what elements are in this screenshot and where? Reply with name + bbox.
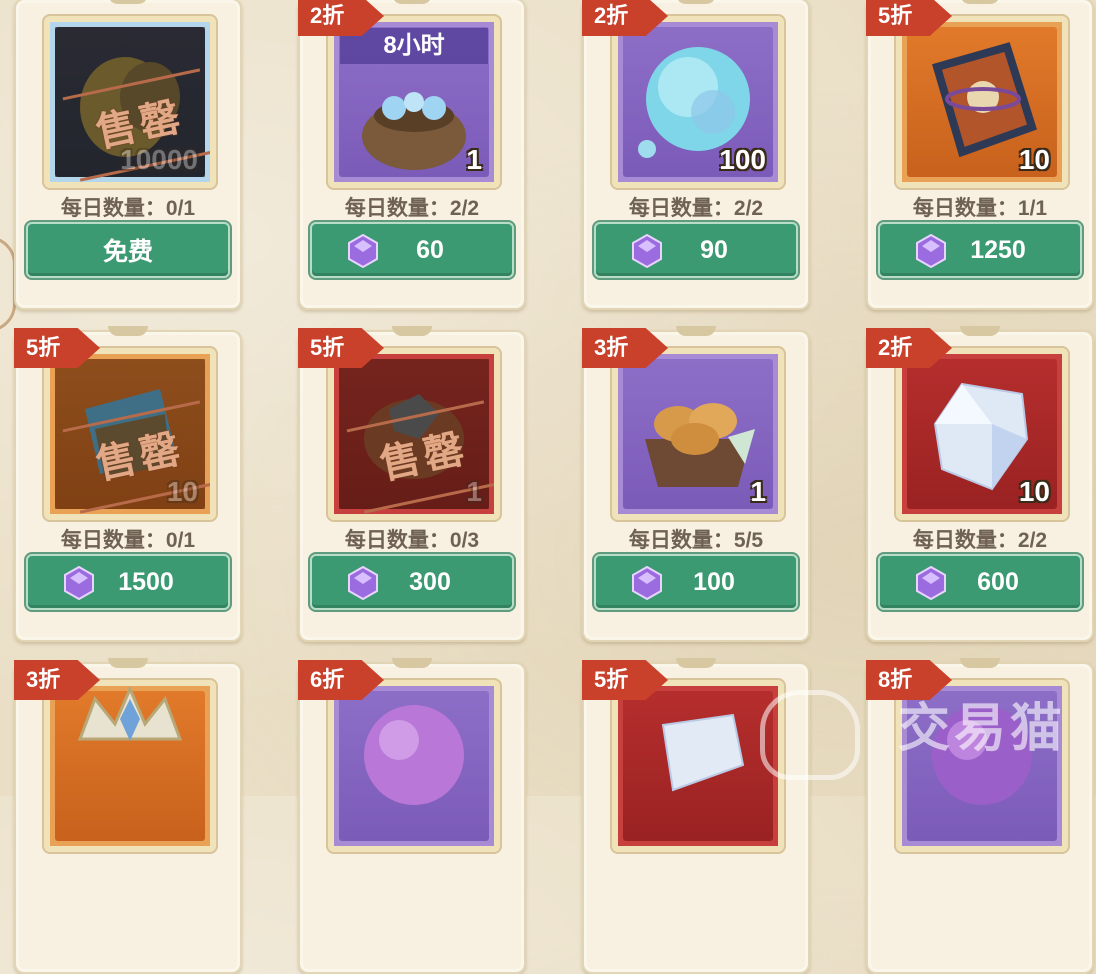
buy-button[interactable]: 60 [310, 222, 514, 278]
buy-button[interactable]: 90 [594, 222, 798, 278]
item-quantity: 10 [1018, 144, 1050, 175]
price-label: 1250 [970, 235, 1026, 264]
buy-button[interactable]: 1250 [878, 222, 1082, 278]
price-label: 免费 [102, 238, 153, 266]
shop-item-card[interactable]: 2折 10 每日数量：2/2 600 [866, 328, 1094, 642]
daily-limit: 每日数量：0/1 [60, 197, 196, 220]
item-frame: 售罄 10000 [44, 16, 216, 188]
purple-gem-icon [348, 234, 378, 268]
shop-item-card[interactable]: 售罄 10000 每日数量：0/1 免费 [14, 0, 242, 310]
shop-item-card[interactable]: 2折 8小时 1 每日数量：2/2 60 [298, 0, 526, 310]
item-frame [612, 680, 784, 852]
free-claim-button[interactable]: 免费 [26, 222, 230, 278]
price-label: 60 [416, 235, 444, 264]
item-frame: 8小时 1 [328, 16, 500, 188]
item-frame: 10 [896, 16, 1068, 188]
item-frame: 售罄 1 [328, 348, 500, 520]
buy-button[interactable]: 300 [310, 554, 514, 610]
price-label: 300 [409, 567, 451, 596]
purple-gem-icon [632, 234, 662, 268]
item-frame [44, 680, 216, 852]
item-quantity: 100 [719, 144, 766, 175]
purple-gem-icon [64, 566, 94, 600]
shop-item-card[interactable]: 2折 100 每日数量：2/2 90 [582, 0, 810, 310]
purple-gem-icon [916, 566, 946, 600]
shop-item-card[interactable]: 5折 售罄 10 每日数量：0/1 1500 [14, 328, 242, 642]
purple-gem-icon [632, 566, 662, 600]
shop-item-card[interactable]: 5折 售罄 1 每日数量：0/3 300 [298, 328, 526, 642]
shop-grid: 售罄 10000 每日数量：0/1 免费 2折 8小时 1 每日数量：2/2 6… [0, 0, 1096, 974]
shop-item-card[interactable]: 3折 1 每日数量：5/5 100 [582, 328, 810, 642]
price-label: 600 [977, 567, 1019, 596]
purple-gem-icon [916, 234, 946, 268]
daily-limit: 每日数量：0/1 [60, 529, 196, 552]
item-quantity: 1 [466, 144, 482, 175]
bread-basket-icon [645, 403, 755, 487]
daily-limit: 每日数量：2/2 [628, 197, 764, 220]
item-quantity: 1 [750, 476, 766, 507]
purple-gem-icon [348, 566, 378, 600]
daily-limit: 每日数量：1/1 [912, 197, 1048, 220]
daily-limit: 每日数量：0/3 [344, 529, 480, 552]
item-frame [328, 680, 500, 852]
price-label: 90 [700, 235, 728, 264]
item-quantity: 10 [166, 476, 198, 507]
daily-limit: 每日数量：5/5 [628, 529, 764, 552]
price-label: 100 [693, 567, 735, 596]
crown-icon [77, 686, 183, 741]
shop-item-card[interactable]: 6折 [298, 660, 526, 974]
buy-button[interactable]: 600 [878, 554, 1082, 610]
potion-bag-icon [362, 92, 466, 171]
item-quantity: 1 [466, 476, 482, 507]
buy-button[interactable]: 1500 [26, 554, 230, 610]
shop-item-card[interactable]: 3折 [14, 660, 242, 974]
shop-item-card[interactable]: 5折 10 每日数量：1/1 1250 [866, 0, 1094, 310]
item-frame: 100 [612, 16, 784, 188]
item-frame: 10 [896, 348, 1068, 520]
item-frame: 1 [612, 348, 784, 520]
price-label: 1500 [118, 567, 174, 596]
item-quantity: 10 [1018, 476, 1050, 507]
item-frame: 售罄 10 [44, 348, 216, 520]
daily-limit: 每日数量：2/2 [912, 529, 1048, 552]
watermark-logo-icon [760, 690, 860, 780]
buy-button[interactable]: 100 [594, 554, 798, 610]
daily-limit: 每日数量：2/2 [344, 197, 480, 220]
item-quantity: 10000 [120, 144, 198, 175]
